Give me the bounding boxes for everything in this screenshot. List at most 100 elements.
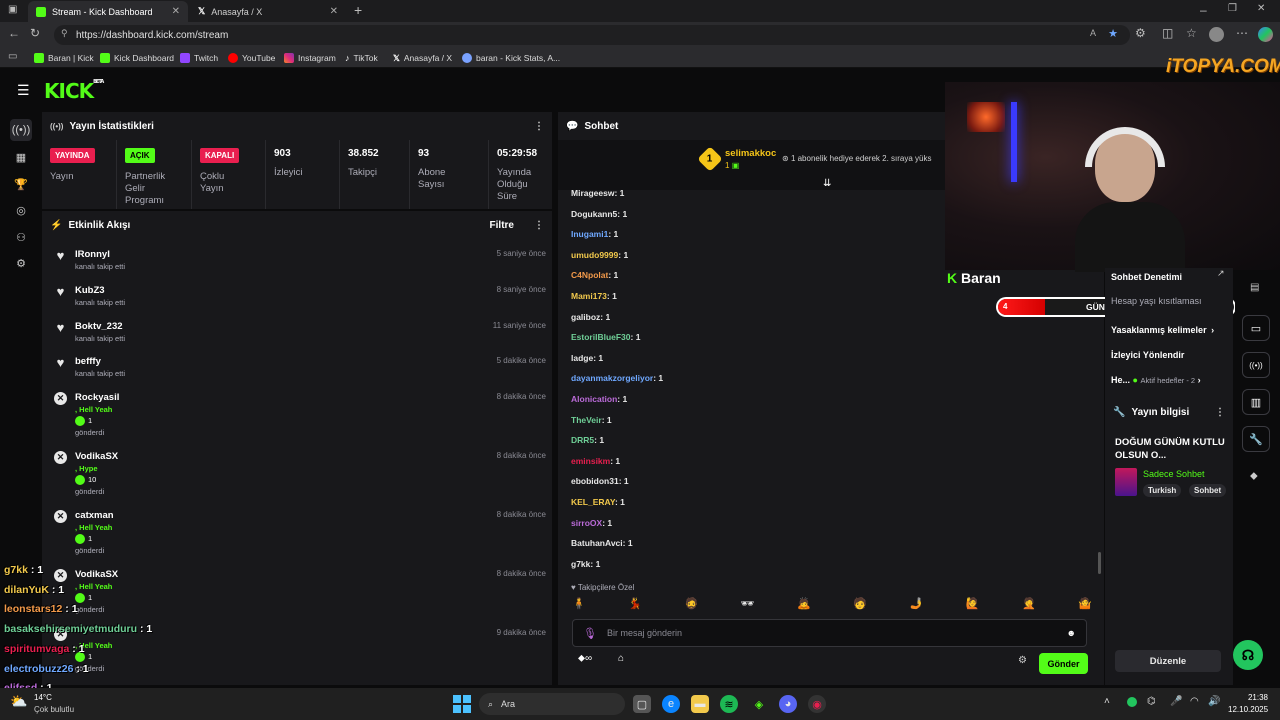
bookmark-x[interactable]: 𝕏 Anasayfa / X	[393, 48, 452, 68]
bookmark-kick-stats[interactable]: baran - Kick Stats, A...	[462, 48, 560, 68]
popout-icon[interactable]: ↗	[1217, 268, 1225, 279]
activity-user[interactable]: Boktv_232	[75, 321, 546, 332]
support-chat-icon[interactable]: ☊	[1233, 640, 1263, 670]
chat-username[interactable]: KEL_ERAY	[571, 497, 615, 507]
emote-icon[interactable]: 🙋	[966, 597, 980, 613]
back-icon[interactable]: ←	[8, 26, 20, 40]
clock-date[interactable]: 12.10.2025	[1228, 705, 1268, 714]
chat-username[interactable]: galiboz	[571, 312, 600, 322]
emote-icon[interactable]: 🕶	[741, 597, 755, 613]
copilot-icon[interactable]	[1258, 27, 1273, 42]
stream-info-menu-icon[interactable]: ⋮	[1215, 407, 1225, 418]
settings-nav-icon[interactable]: ⚙	[10, 252, 32, 274]
task-view-icon[interactable]: ▢	[633, 695, 651, 713]
discord-icon[interactable]: ◕	[779, 695, 797, 713]
age-limit-item[interactable]: Hesap yaşı kısıtlaması	[1111, 296, 1223, 306]
menu-icon[interactable]: ☰	[17, 82, 30, 99]
emote-icon[interactable]: 🤷	[1078, 597, 1092, 613]
store-icon[interactable]: ⌂	[618, 653, 624, 664]
bookmark-twitch[interactable]: Twitch	[180, 48, 218, 68]
volume-icon[interactable]: 🔊	[1208, 696, 1220, 707]
maximize-icon[interactable]: ❐	[1228, 3, 1237, 14]
more-options-icon[interactable]: ⋯	[1236, 26, 1248, 40]
clock-time[interactable]: 21:38	[1228, 693, 1268, 702]
tools-toggle-icon[interactable]: 🔧	[1242, 426, 1270, 452]
new-tab-icon[interactable]: +	[354, 2, 362, 18]
read-aloud-icon[interactable]: A	[1090, 28, 1096, 38]
chat-username[interactable]: Mirageesw	[571, 188, 614, 198]
edge-icon[interactable]: e	[662, 695, 680, 713]
tag-pill[interactable]: Sohbet	[1189, 484, 1227, 497]
emote-icon[interactable]: 🤦	[1022, 597, 1036, 613]
filter-button[interactable]: Filtre	[490, 220, 514, 231]
activity-user[interactable]: VodikaSX	[75, 569, 546, 580]
start-icon[interactable]	[453, 695, 471, 713]
chat-username[interactable]: Dogukann5	[571, 209, 617, 219]
tab-actions-icon[interactable]: ▣	[8, 4, 17, 15]
trophy-nav-icon[interactable]: 🏆	[10, 173, 32, 195]
bookmark-kick-dashboard[interactable]: Kick Dashboard	[100, 48, 174, 68]
tray-chevron-icon[interactable]: ˄	[1104, 696, 1110, 707]
tab-x-home[interactable]: 𝕏 Anasayfa / X ✕	[190, 1, 346, 22]
pinned-user[interactable]: selimakkoc	[725, 148, 776, 159]
community-nav-icon[interactable]: ⚇	[10, 226, 32, 248]
bookmark-youtube[interactable]: YouTube	[228, 48, 275, 68]
chat-username[interactable]: g7kk	[571, 559, 590, 569]
chat-username[interactable]: C4Npolat	[571, 270, 608, 280]
site-info-icon[interactable]: ⚲	[61, 28, 68, 39]
activity-user[interactable]: IRonnyI	[75, 249, 546, 260]
favorites-icon[interactable]: ☆	[1186, 26, 1197, 40]
bookmark-baran-kick[interactable]: Baran | Kick	[34, 48, 94, 68]
chat-input[interactable]: 🎙 Bir mesaj gönderin ☻	[572, 619, 1087, 647]
reading-list-icon[interactable]: ▭	[8, 51, 17, 62]
profile-avatar[interactable]	[1209, 27, 1224, 42]
microphone-tray-icon[interactable]: 🎤	[1170, 696, 1182, 707]
emoji-icon[interactable]: ☻	[1067, 628, 1076, 638]
expand-chevron-icon[interactable]: ⇊	[823, 178, 831, 189]
goals-item[interactable]: He... ● Aktif hedefler - 2 ›	[1111, 375, 1227, 385]
chat-username[interactable]: DRR5	[571, 435, 594, 445]
taskbar-search[interactable]: ⌕ Ara	[479, 693, 625, 715]
broadcast-toggle-icon[interactable]: ((•))	[1242, 352, 1270, 378]
emote-icon[interactable]: 🧍	[572, 597, 586, 613]
file-explorer-icon[interactable]: ▬	[691, 695, 709, 713]
chat-username[interactable]: Mami173	[571, 291, 607, 301]
wifi-icon[interactable]: ◠	[1190, 696, 1199, 707]
tray-app-icon[interactable]	[1127, 697, 1137, 707]
chat-username[interactable]: dayanmakzorgeliyor	[571, 373, 653, 383]
kick-channel-points-icon[interactable]: ⬥∞	[578, 653, 592, 664]
stats-menu-icon[interactable]: ⋮	[534, 121, 544, 132]
edit-button[interactable]: Düzenle	[1115, 650, 1221, 672]
activity-user[interactable]: VodikaSX	[75, 451, 546, 462]
viewer-redirect-item[interactable]: İzleyici Yönlendir	[1111, 350, 1184, 360]
activity-user[interactable]: Rockyasil	[75, 392, 546, 403]
activity-user[interactable]: KubZ3	[75, 285, 546, 296]
tab-kick-dashboard[interactable]: Stream - Kick Dashboard ✕	[28, 1, 188, 22]
chat-username[interactable]: ladge	[571, 353, 593, 363]
chat-username[interactable]: BatuhanAvci	[571, 538, 623, 548]
favorite-star-icon[interactable]: ★	[1108, 27, 1118, 40]
chat-username[interactable]: eminsikm	[571, 456, 610, 466]
moderation-nav-icon[interactable]: ◎	[10, 199, 32, 221]
close-window-icon[interactable]: ✕	[1257, 3, 1265, 14]
layout-toggle-icon[interactable]: ▥	[1242, 389, 1270, 415]
emote-icon[interactable]: 🧔	[684, 597, 698, 613]
activity-user[interactable]: befffy	[75, 356, 546, 367]
chat-username[interactable]: TheVeir	[571, 415, 602, 425]
close-tab-icon[interactable]: ✕	[172, 6, 180, 17]
extensions-icon[interactable]: ⚙	[1135, 26, 1146, 40]
banned-words-item[interactable]: Yasaklanmış kelimeler ›	[1111, 325, 1214, 335]
emote-icon[interactable]: 💃	[628, 597, 642, 613]
network-icon[interactable]: ⌬	[1147, 696, 1156, 707]
refresh-icon[interactable]: ↻	[30, 26, 40, 40]
chat-username[interactable]: Inugami1	[571, 229, 608, 239]
activity-user[interactable]: catxman	[75, 510, 546, 521]
url-field[interactable]: ⚲ https://dashboard.kick.com/stream A ★	[54, 25, 1130, 45]
chat-scrollbar[interactable]	[1098, 552, 1101, 574]
emote-icon[interactable]: 🤳	[910, 597, 924, 613]
weather-icon[interactable]: ⛅	[10, 693, 27, 710]
analytics-nav-icon[interactable]: ▦	[10, 146, 32, 168]
chat-username[interactable]: Alonication	[571, 394, 617, 404]
chat-toggle-icon[interactable]: ▭	[1242, 315, 1270, 341]
activity-menu-icon[interactable]: ⋮	[534, 220, 544, 231]
